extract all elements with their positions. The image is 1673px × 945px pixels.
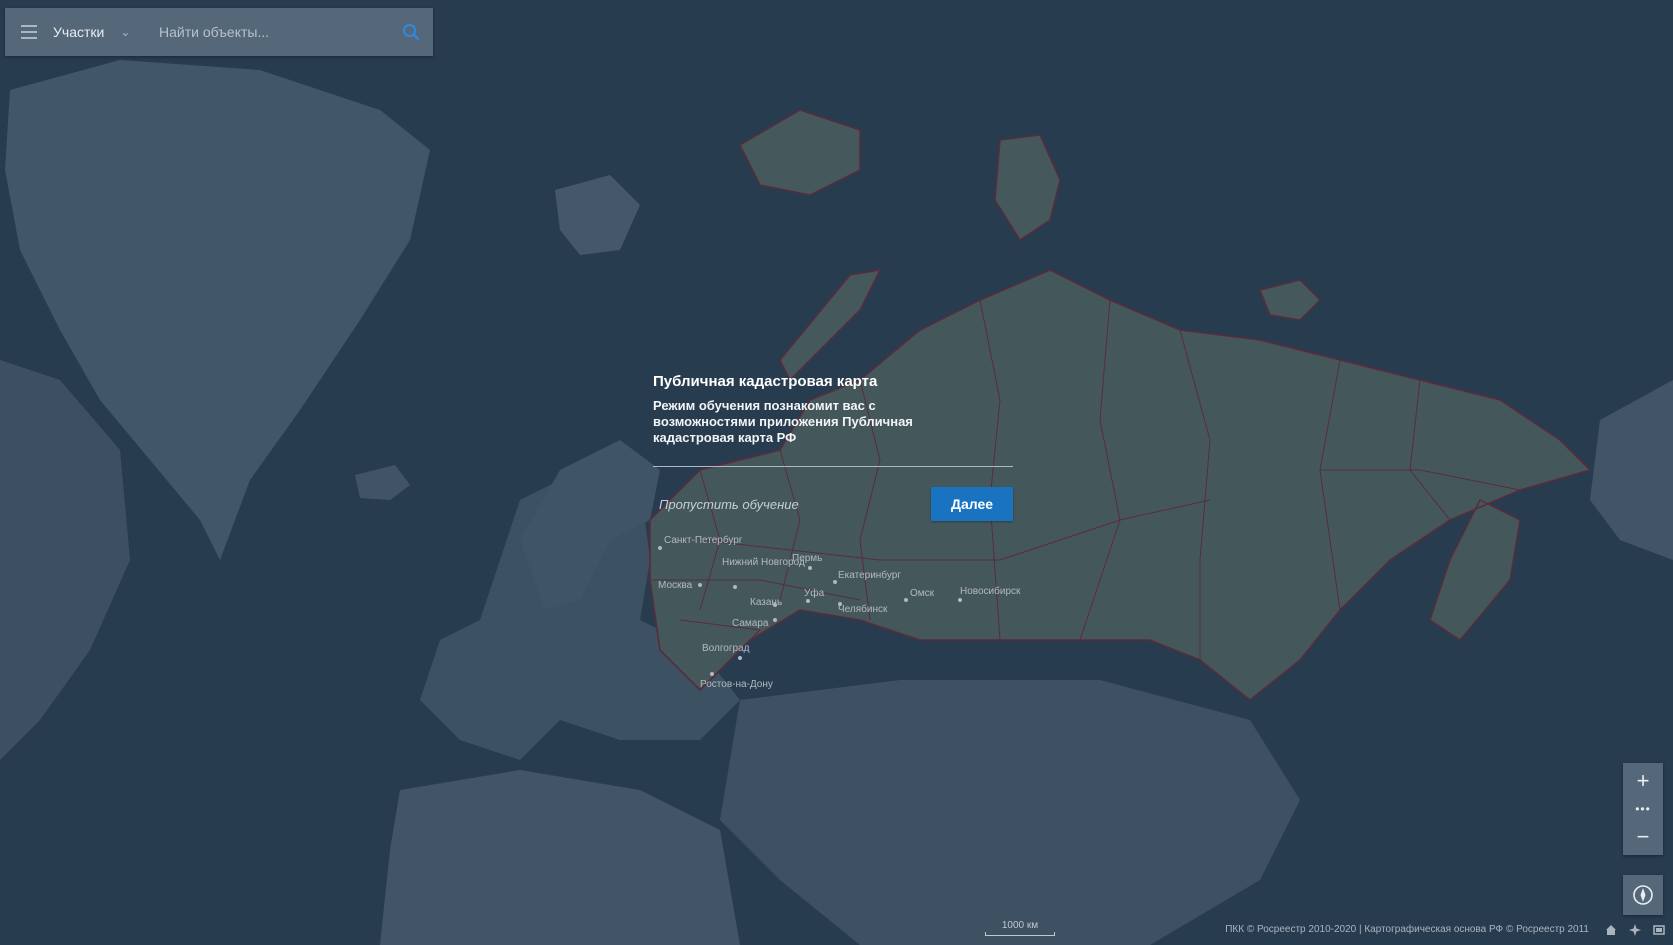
layers-icon[interactable] (1651, 922, 1667, 938)
city-label: Самара (732, 618, 769, 629)
city-label: Ростов-на-Дону (700, 679, 773, 690)
city-label: Пермь (792, 553, 822, 564)
search-button[interactable] (389, 8, 433, 56)
search-bar: Участки ⌄ (5, 8, 433, 56)
city-label: Екатеринбург (838, 569, 901, 581)
tutorial-text: Режим обучения познакомит вас с возможно… (653, 398, 913, 445)
menu-icon (21, 23, 37, 41)
scale-bar: 1000 км (985, 920, 1055, 936)
search-icon (403, 24, 420, 41)
city-label: Санкт-Петербург (664, 534, 743, 546)
city-label: Москва (658, 580, 693, 591)
home-icon[interactable] (1603, 922, 1619, 938)
compass-icon (1633, 885, 1653, 905)
tutorial-actions: Пропустить обучение Далее (653, 487, 1013, 521)
skip-tutorial-link[interactable]: Пропустить обучение (653, 497, 799, 512)
zoom-more-button[interactable]: ••• (1623, 799, 1663, 819)
city-label: Уфа (804, 587, 825, 599)
zoom-in-button[interactable]: + (1623, 763, 1663, 799)
bottom-toolbar (1603, 922, 1667, 938)
city-label: Новосибирск (960, 585, 1021, 597)
zoom-out-button[interactable]: − (1623, 819, 1663, 855)
tutorial-dialog: Публичная кадастровая карта Режим обучен… (653, 372, 1013, 521)
chevron-down-icon: ⌄ (120, 25, 131, 39)
city-label: Омск (910, 588, 935, 599)
menu-button[interactable] (5, 8, 53, 56)
search-input[interactable] (153, 12, 389, 52)
scale-bar-line (985, 932, 1055, 936)
city-label: Казань (750, 597, 782, 608)
compass-button[interactable] (1623, 875, 1663, 915)
city-label: Волгоград (702, 643, 750, 654)
locate-icon[interactable] (1627, 922, 1643, 938)
attribution-text: ПКК © Росреестр 2010-2020 | Картографиче… (1225, 924, 1589, 935)
zoom-control: + ••• − (1623, 763, 1663, 855)
next-button[interactable]: Далее (931, 487, 1013, 521)
tutorial-title: Публичная кадастровая карта (653, 373, 878, 390)
city-label: Челябинск (838, 603, 888, 615)
tutorial-divider (653, 466, 1013, 467)
scale-label: 1000 км (1001, 920, 1039, 931)
search-mode-label: Участки (53, 24, 105, 40)
search-mode-select[interactable]: Участки ⌄ (53, 8, 153, 56)
